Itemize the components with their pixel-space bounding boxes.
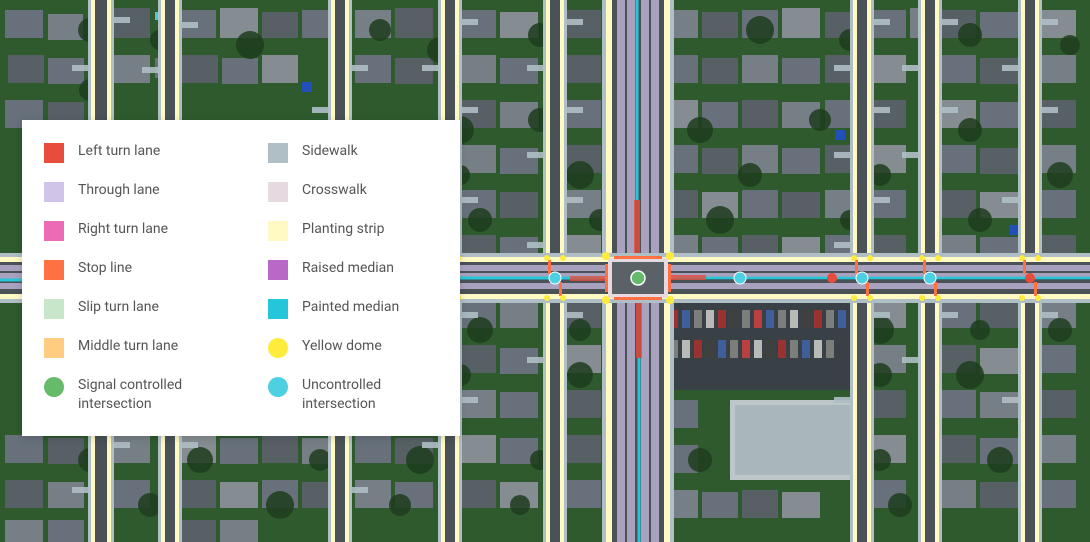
legend-swatch-icon <box>44 377 64 397</box>
legend-label: Crosswalk <box>302 181 367 200</box>
legend-label: Right turn lane <box>78 220 168 239</box>
legend-swatch-icon <box>44 221 64 241</box>
map-legend: Left turn lane Sidewalk Through lane Crossw… <box>22 120 460 436</box>
legend-item: Raised median <box>268 259 432 280</box>
legend-item: Through lane <box>44 181 208 202</box>
legend-item: Signal controlled intersection <box>44 376 208 414</box>
signal-intersection-icon <box>631 271 645 285</box>
legend-swatch-icon <box>44 260 64 280</box>
legend-item: Slip turn lane <box>44 298 208 319</box>
legend-item: Crosswalk <box>268 181 432 202</box>
legend-swatch-icon <box>268 221 288 241</box>
legend-item: Sidewalk <box>268 142 432 163</box>
legend-swatch-icon <box>268 338 288 358</box>
legend-swatch-icon <box>268 377 288 397</box>
legend-item: Right turn lane <box>44 220 208 241</box>
legend-label: Raised median <box>302 259 394 278</box>
legend-label: Through lane <box>78 181 160 200</box>
legend-label: Yellow dome <box>302 337 382 356</box>
legend-swatch-icon <box>44 182 64 202</box>
legend-label: Planting strip <box>302 220 384 239</box>
legend-label: Painted median <box>302 298 399 317</box>
legend-swatch-icon <box>268 260 288 280</box>
legend-swatch-icon <box>44 143 64 163</box>
legend-swatch-icon <box>268 182 288 202</box>
legend-label: Stop line <box>78 259 132 278</box>
legend-label: Left turn lane <box>78 142 160 161</box>
legend-item: Uncontrolled intersection <box>268 376 432 414</box>
legend-label: Sidewalk <box>302 142 358 161</box>
legend-swatch-icon <box>44 338 64 358</box>
legend-item: Left turn lane <box>44 142 208 163</box>
legend-swatch-icon <box>268 299 288 319</box>
legend-item: Stop line <box>44 259 208 280</box>
legend-label: Middle turn lane <box>78 337 178 356</box>
legend-item: Yellow dome <box>268 337 432 358</box>
legend-swatch-icon <box>44 299 64 319</box>
legend-item: Painted median <box>268 298 432 319</box>
legend-item: Planting strip <box>268 220 432 241</box>
legend-swatch-icon <box>268 143 288 163</box>
legend-label: Uncontrolled intersection <box>302 376 432 414</box>
legend-item: Middle turn lane <box>44 337 208 358</box>
legend-label: Signal controlled intersection <box>78 376 208 414</box>
legend-label: Slip turn lane <box>78 298 159 317</box>
